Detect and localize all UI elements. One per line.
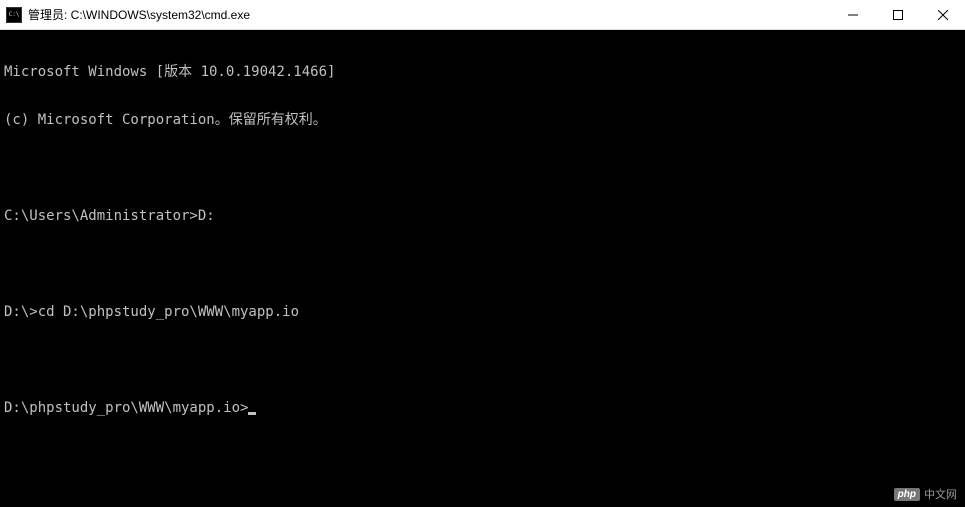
window-title: 管理员: C:\WINDOWS\system32\cmd.exe (28, 6, 250, 23)
cursor (248, 412, 256, 415)
watermark-text: 中文网 (924, 486, 957, 502)
terminal-line: C:\Users\Administrator>D: (4, 208, 961, 224)
terminal-line: Microsoft Windows [版本 10.0.19042.1466] (4, 64, 961, 80)
window-controls (830, 0, 965, 29)
terminal-line (4, 256, 961, 272)
watermark-badge: php (894, 488, 920, 501)
title-bar: 管理员: C:\WINDOWS\system32\cmd.exe (0, 0, 965, 30)
close-button[interactable] (920, 0, 965, 29)
terminal-line (4, 352, 961, 368)
terminal-prompt-line: D:\phpstudy_pro\WWW\myapp.io> (4, 400, 961, 416)
terminal-line: (c) Microsoft Corporation。保留所有权利。 (4, 112, 961, 128)
terminal-prompt: D:\phpstudy_pro\WWW\myapp.io> (4, 400, 248, 416)
watermark: php 中文网 (894, 486, 957, 502)
title-left: 管理员: C:\WINDOWS\system32\cmd.exe (0, 6, 250, 23)
minimize-button[interactable] (830, 0, 875, 29)
terminal-line (4, 160, 961, 176)
terminal-output[interactable]: Microsoft Windows [版本 10.0.19042.1466] (… (0, 30, 965, 434)
maximize-button[interactable] (875, 0, 920, 29)
cmd-icon (6, 7, 22, 23)
terminal-line: D:\>cd D:\phpstudy_pro\WWW\myapp.io (4, 304, 961, 320)
